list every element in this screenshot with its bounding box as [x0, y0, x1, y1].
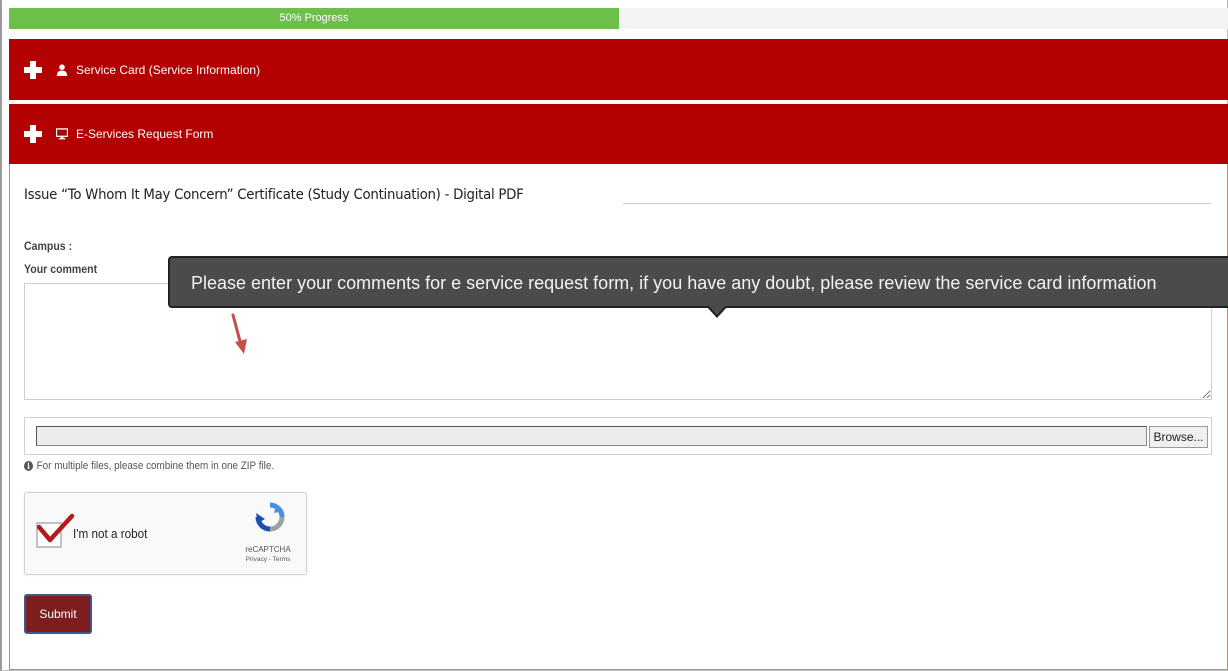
file-help-label: For multiple files, please combine them …: [36, 460, 275, 472]
progress-bar: 50% Progress: [9, 8, 1228, 29]
file-upload-row: Browse...: [24, 417, 1212, 455]
monitor-icon: [56, 128, 68, 140]
file-help-text: i For multiple files, please combine the…: [24, 460, 274, 472]
comment-label: Your comment: [24, 262, 98, 276]
tooltip-arrow-fill: [708, 305, 726, 315]
info-icon: i: [24, 461, 33, 471]
panel-header-e-services[interactable]: E-Services Request Form: [9, 104, 1228, 164]
form-title: Issue “To Whom It May Concern” Certifica…: [24, 187, 524, 203]
title-divider: [623, 203, 1211, 204]
user-icon: [56, 63, 68, 76]
recaptcha-brand: reCAPTCHA: [245, 545, 291, 554]
recaptcha-widget: I'm not a robot reCAPTCHA Privacy - Term…: [24, 492, 307, 575]
campus-label: Campus :: [24, 239, 73, 253]
browse-button[interactable]: Browse...: [1149, 426, 1208, 448]
annotation-arrow-icon: [231, 313, 247, 354]
recaptcha-label: I'm not a robot: [73, 526, 148, 541]
panel-header-label: Service Card (Service Information): [76, 62, 261, 77]
checkmark-icon: [37, 513, 75, 543]
plus-icon[interactable]: [24, 125, 42, 143]
panel-header-service-card[interactable]: Service Card (Service Information): [9, 39, 1228, 100]
recaptcha-terms-link[interactable]: Privacy - Terms: [239, 556, 297, 563]
recaptcha-logo-icon: [255, 502, 285, 532]
submit-button[interactable]: Submit: [24, 594, 92, 634]
comment-tooltip: Please enter your comments for e service…: [168, 256, 1228, 308]
file-path-input[interactable]: [36, 426, 1147, 446]
progress-fill: 50% Progress: [9, 8, 619, 29]
panel-header-label: E-Services Request Form: [76, 127, 214, 141]
plus-icon[interactable]: [24, 60, 42, 79]
